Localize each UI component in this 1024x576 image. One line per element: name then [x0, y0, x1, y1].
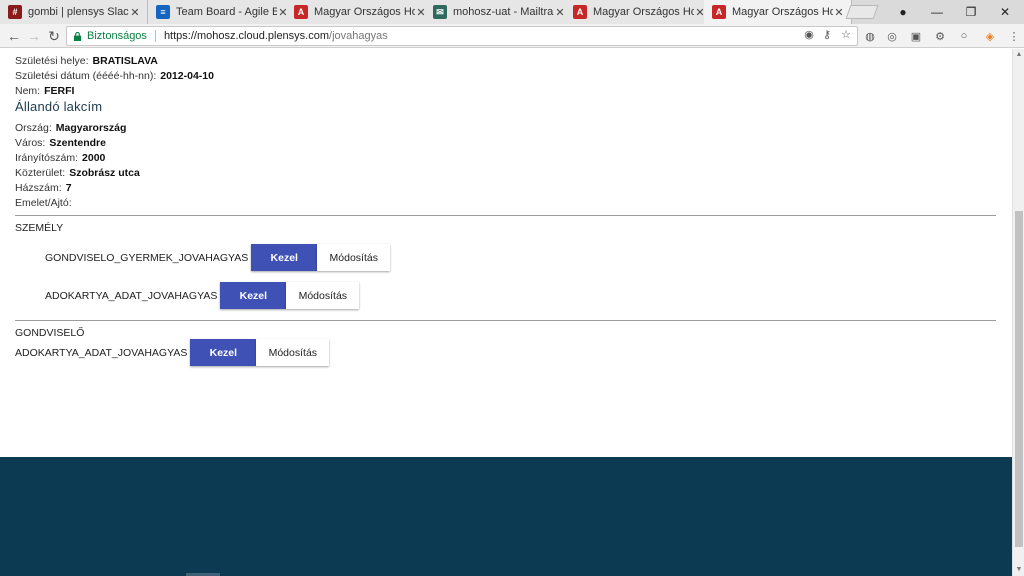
divider — [15, 215, 996, 216]
field-label: Emelet/Ajtó: — [15, 197, 72, 209]
page-footer — [0, 457, 1012, 576]
permission-row: ADOKARTYA_ADAT_JOVAHAGYAS Kezel Módosítá… — [15, 339, 330, 366]
extension-icon[interactable]: ○ — [956, 29, 972, 43]
tab-title: mohosz-uat - Mailtrap — [453, 6, 554, 18]
tab-title: Magyar Országos Horgá — [314, 6, 415, 18]
modositas-button[interactable]: Módosítás — [256, 339, 330, 366]
kezel-button[interactable]: Kezel — [190, 339, 257, 366]
angular-favicon-icon: A — [573, 5, 587, 19]
camera-blocked-icon[interactable]: ◉ — [802, 27, 816, 41]
extension-icon[interactable]: ▣ — [908, 29, 924, 43]
field-value: 7 — [65, 182, 72, 194]
restore-icon[interactable]: ❐ — [954, 0, 988, 24]
field-label: Születési dátum (éééé-hh-nn): — [15, 70, 157, 82]
field-value: 2000 — [82, 152, 106, 164]
tab-title: Magyar Országos Horgá — [732, 6, 833, 18]
minimize-icon[interactable]: — — [920, 0, 954, 24]
field-value: FERFI — [44, 85, 75, 97]
field-label: Közterület: — [15, 167, 66, 179]
tab-title: gombi | plensys Slack — [28, 6, 129, 18]
new-tab-button[interactable] — [845, 5, 879, 19]
tab-title: Magyar Országos Horgá — [593, 6, 694, 18]
field-row: Ország: Magyarország — [15, 122, 126, 134]
reload-icon[interactable]: ↻ — [44, 26, 64, 46]
field-label: Házszám: — [15, 182, 62, 194]
scroll-up-arrow-icon[interactable]: ▲ — [1013, 49, 1024, 61]
vertical-scrollbar[interactable]: ▲ ▼ — [1012, 49, 1024, 576]
bookmark-star-icon[interactable]: ☆ — [839, 27, 853, 41]
field-row: Születési dátum (éééé-hh-nn): 2012-04-10 — [15, 70, 214, 82]
field-row: Emelet/Ajtó: — [15, 197, 76, 209]
browser-tab[interactable]: ≡ Team Board - Agile Boa ✕ — [148, 0, 296, 24]
extension-icon[interactable]: ⚙ — [932, 29, 948, 43]
field-label: Város: — [15, 137, 46, 149]
field-row: Város: Szentendre — [15, 137, 106, 149]
field-value: Magyarország — [55, 122, 127, 134]
field-row: Nem: FERFI — [15, 85, 74, 97]
scroll-thumb[interactable] — [1015, 211, 1023, 547]
forward-arrow-icon[interactable]: → — [24, 26, 44, 46]
field-label: Ország: — [15, 122, 52, 134]
field-row: Közterület: Szobrász utca — [15, 167, 140, 179]
extension-icon[interactable]: ◈ — [982, 29, 998, 43]
field-label: Irányítószám: — [15, 152, 79, 164]
modositas-button[interactable]: Módosítás — [317, 244, 391, 271]
slack-favicon-icon: # — [8, 5, 22, 19]
field-label: Nem: — [15, 85, 41, 97]
extension-icon[interactable]: ◎ — [884, 29, 900, 43]
address-bar[interactable]: Biztonságos https://mohosz.cloud.plensys… — [66, 26, 858, 46]
field-row: Házszám: 7 — [15, 182, 72, 194]
page-viewport: Születési helye: BRATISLAVA Születési dát… — [0, 49, 1012, 576]
angular-favicon-icon: A — [712, 5, 726, 19]
field-value: Szobrász utca — [69, 167, 140, 179]
field-value: BRATISLAVA — [92, 55, 158, 67]
field-row: Irányítószám: 2000 — [15, 152, 105, 164]
field-value: Szentendre — [49, 137, 106, 149]
mailtrap-favicon-icon: ✉ — [433, 5, 447, 19]
lock-icon — [73, 31, 82, 41]
permission-row: GONDVISELO_GYERMEK_JOVAHAGYAS Kezel Módo… — [45, 244, 391, 271]
permission-label: GONDVISELO_GYERMEK_JOVAHAGYAS — [45, 251, 249, 264]
browser-tab[interactable]: ✉ mohosz-uat - Mailtrap ✕ — [425, 0, 573, 24]
field-row: Születési helye: BRATISLAVA — [15, 55, 158, 67]
address-heading: Állandó lakcím — [15, 99, 103, 114]
back-arrow-icon[interactable]: ← — [4, 26, 24, 46]
jira-favicon-icon: ≡ — [156, 5, 170, 19]
angular-favicon-icon: A — [294, 5, 308, 19]
browser-tab-active[interactable]: A Magyar Országos Horgá ✕ — [704, 0, 852, 24]
tab-title: Team Board - Agile Boa — [176, 6, 277, 18]
url-path: /jovahagyas — [329, 30, 388, 42]
permission-label: ADOKARTYA_ADAT_JOVAHAGYAS — [15, 346, 188, 359]
close-icon[interactable]: ✕ — [129, 6, 141, 19]
profile-icon[interactable]: ● — [886, 0, 920, 24]
gondviselo-group-title: GONDVISELŐ — [15, 327, 85, 339]
field-label: Születési helye: — [15, 55, 89, 67]
szemely-group-title: SZEMÉLY — [15, 222, 64, 234]
window-close-icon[interactable]: ✕ — [988, 0, 1022, 24]
divider — [154, 30, 156, 42]
key-icon[interactable]: ⚷ — [820, 27, 834, 41]
close-icon[interactable]: ✕ — [833, 6, 845, 19]
modositas-button[interactable]: Módosítás — [286, 282, 360, 309]
kezel-button[interactable]: Kezel — [220, 282, 287, 309]
extension-icon[interactable]: ◍ — [862, 29, 878, 43]
menu-dots-icon[interactable]: ⋮ — [1006, 29, 1022, 43]
permission-label: ADOKARTYA_ADAT_JOVAHAGYAS — [45, 289, 218, 302]
scroll-down-arrow-icon[interactable]: ▼ — [1013, 564, 1024, 576]
browser-tab-strip: # gombi | plensys Slack ✕ ≡ Team Board -… — [0, 0, 1024, 24]
permission-row: ADOKARTYA_ADAT_JOVAHAGYAS Kezel Módosítá… — [45, 282, 360, 309]
browser-tab[interactable]: # gombi | plensys Slack ✕ — [0, 0, 148, 24]
secure-label: Biztonságos — [87, 30, 147, 42]
kezel-button[interactable]: Kezel — [251, 244, 318, 271]
browser-tab[interactable]: A Magyar Országos Horgá ✕ — [565, 0, 713, 24]
divider — [15, 320, 996, 321]
browser-tab[interactable]: A Magyar Országos Horgá ✕ — [286, 0, 434, 24]
field-value: 2012-04-10 — [160, 70, 214, 82]
url-host: https://mohosz.cloud.plensys.com — [163, 30, 330, 42]
